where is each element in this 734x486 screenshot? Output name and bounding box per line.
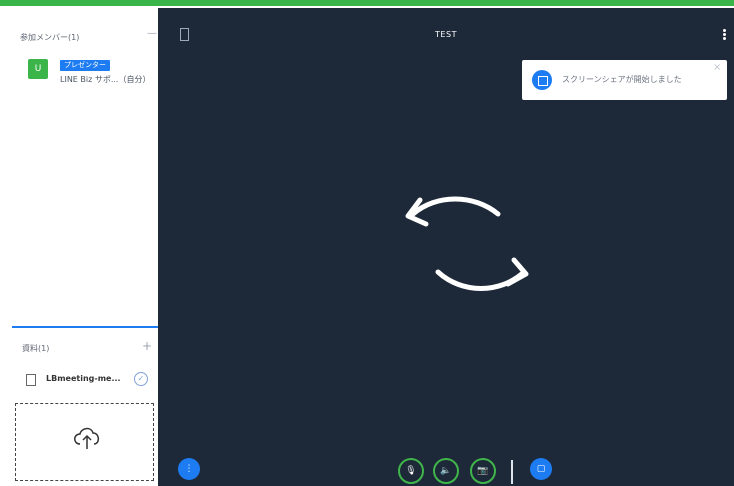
camera-button[interactable]: 📷 <box>470 458 496 484</box>
avatar: U <box>28 59 48 79</box>
file-name: LBmeeting-me... <box>46 374 121 383</box>
top-accent-bar <box>0 0 734 6</box>
close-icon[interactable]: × <box>713 62 721 73</box>
materials-header: 資料(1) <box>22 344 50 353</box>
collapse-members-button[interactable]: — <box>147 28 157 39</box>
mic-button[interactable]: 🎙 <box>398 458 424 484</box>
member-item: U プレゼンター LINE Biz サポ...（自分） <box>20 56 166 92</box>
meeting-stage: TEST スクリーンシェアが開始しました × ⋮ 🎙 🔈 📷 ▢ <box>158 8 734 486</box>
more-options-icon[interactable] <box>723 28 727 41</box>
screen-share-button[interactable]: ▢ <box>530 458 552 480</box>
meeting-title: TEST <box>435 30 457 39</box>
file-icon <box>26 374 36 386</box>
upload-dropzone[interactable] <box>15 403 154 481</box>
screen-share-icon <box>532 70 552 90</box>
menu-button[interactable]: ⋮ <box>178 458 200 480</box>
file-item[interactable]: LBmeeting-me... ✓ <box>22 372 158 390</box>
sync-arrows-icon <box>405 196 529 291</box>
check-icon: ✓ <box>134 372 148 386</box>
toast-message: スクリーンシェアが開始しました <box>562 75 682 84</box>
members-header: 参加メンバー(1) <box>20 33 80 42</box>
presenter-badge: プレゼンター <box>60 60 110 71</box>
member-name: LINE Biz サポ...（自分） <box>60 75 151 84</box>
materials-divider <box>12 326 158 328</box>
controls-divider <box>511 460 513 484</box>
cloud-upload-icon <box>74 427 100 449</box>
speaker-button[interactable]: 🔈 <box>433 458 459 484</box>
notification-toast: スクリーンシェアが開始しました × <box>522 60 727 100</box>
add-material-button[interactable]: + <box>142 339 152 353</box>
